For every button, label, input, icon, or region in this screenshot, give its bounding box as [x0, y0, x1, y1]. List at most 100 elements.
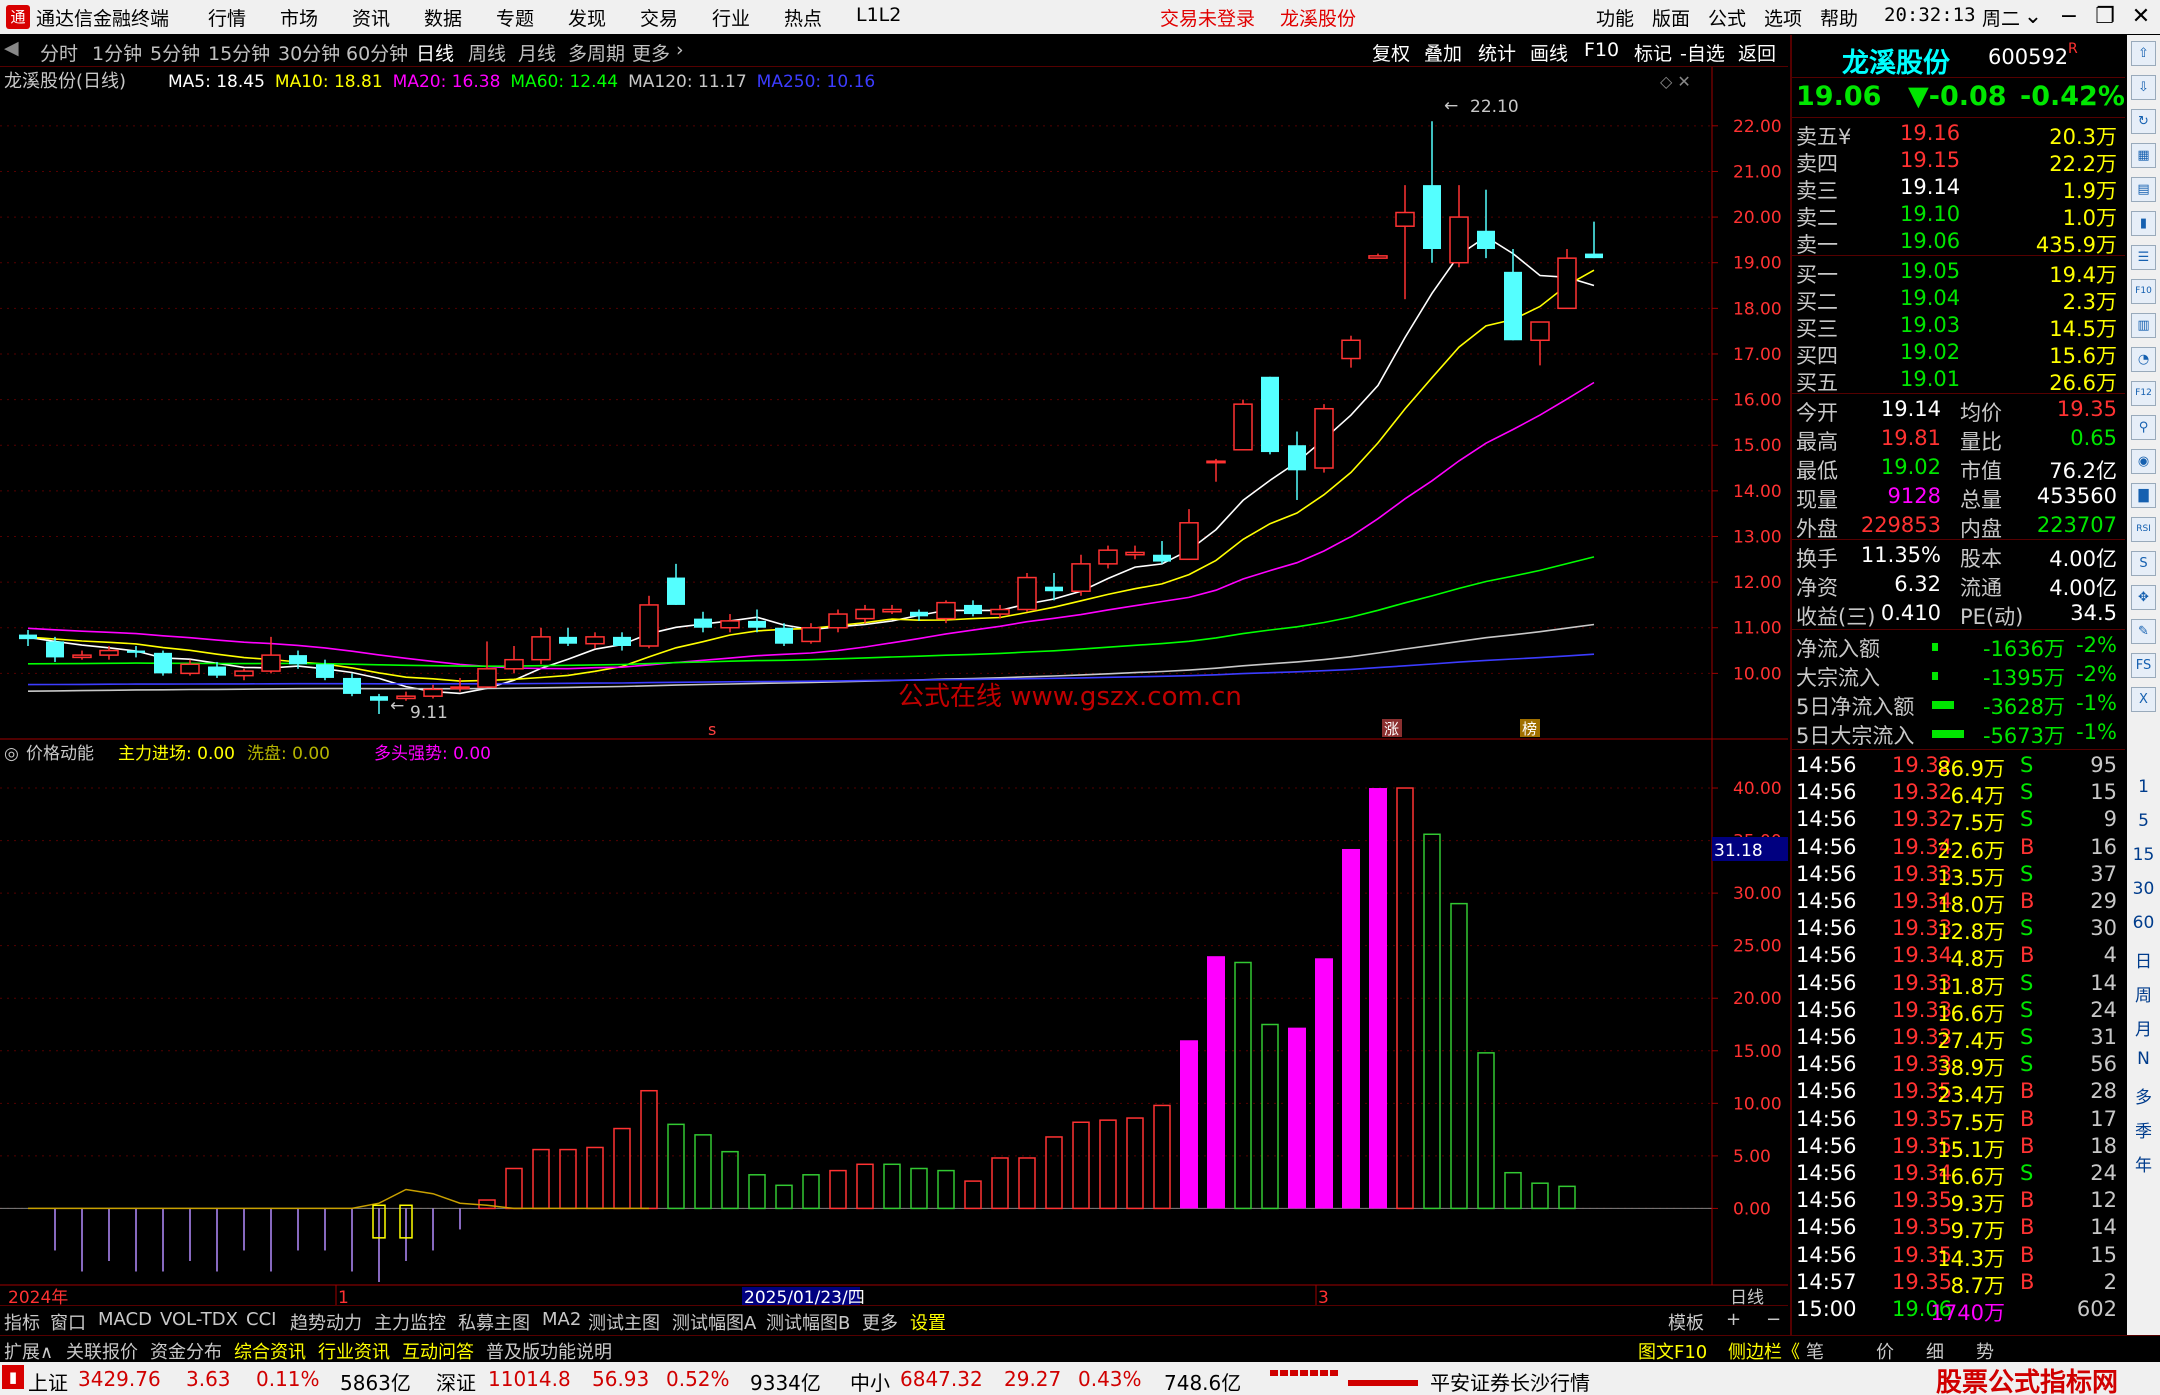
tab-multi-period[interactable]: 多周期 — [568, 39, 625, 66]
info-tab-capital[interactable]: 资金分布 — [150, 1338, 222, 1364]
ind-tab-more[interactable]: 更多 — [862, 1309, 898, 1335]
tab-weekly[interactable]: 周线 — [468, 39, 506, 66]
market-toggle-icon[interactable]: ▮ — [2, 1365, 24, 1389]
menu-dropdown-icon[interactable]: ⌄ — [2018, 3, 2048, 31]
index-zx-name[interactable]: 中小 — [850, 1367, 890, 1395]
info-tab-expand[interactable]: 扩展∧ — [4, 1338, 53, 1364]
btn-biaoji[interactable]: 标记 — [1634, 39, 1672, 66]
s-icon[interactable]: S — [2131, 551, 2156, 576]
menu-item-faxian[interactable]: 发现 — [568, 4, 606, 31]
tab-1min[interactable]: 1分钟 — [92, 39, 142, 66]
info-btn-sidebar[interactable]: 侧边栏《 — [1728, 1338, 1800, 1364]
menu-item-hangye[interactable]: 行业 — [712, 4, 750, 31]
ind-tab-qushi[interactable]: 趋势动力 — [290, 1309, 362, 1335]
tab-more[interactable]: 更多 — [632, 39, 670, 66]
info-btn-f10[interactable]: 图文F10 — [1638, 1338, 1707, 1364]
info-tab-qa[interactable]: 互动问答 — [402, 1338, 474, 1364]
side-period-0[interactable]: 1 — [2127, 777, 2160, 797]
ind-tab-test-b[interactable]: 测试幅图B — [766, 1309, 850, 1335]
side-period-10[interactable]: 季 — [2127, 1117, 2160, 1142]
tab-fenshi[interactable]: 分时 — [40, 39, 78, 66]
tab-60min[interactable]: 60分钟 — [346, 39, 408, 66]
menu-item-shuju[interactable]: 数据 — [424, 4, 462, 31]
event-marker-zhang[interactable]: 涨 — [1384, 720, 1399, 738]
down-arrow-icon[interactable]: ⇩ — [2131, 75, 2156, 100]
pie-icon[interactable]: ◔ — [2131, 347, 2156, 372]
menu-item-zhuanti[interactable]: 专题 — [496, 4, 534, 31]
chart-area[interactable]: 22.00 21.00 20.00 19.00 18.00 17.00 16.00 15.00… — [0, 67, 1788, 1305]
side-period-1[interactable]: 5 — [2127, 811, 2160, 831]
quote-tab-jia[interactable]: 价 — [1876, 1338, 1894, 1364]
trade-login-status[interactable]: 交易未登录 — [1160, 4, 1255, 31]
tab-15min[interactable]: 15分钟 — [208, 39, 270, 66]
menu-item-zixun[interactable]: 资讯 — [352, 4, 390, 31]
indicator-collapse-icon[interactable]: ◎ — [4, 744, 19, 764]
quote-tab-bi[interactable]: 笔 — [1806, 1338, 1824, 1364]
ind-tab-ma2[interactable]: MA2 — [542, 1309, 581, 1330]
grid-icon[interactable]: ▦ — [2131, 143, 2156, 168]
ind-tab-test-a[interactable]: 测试幅图A — [672, 1309, 756, 1335]
side-period-6[interactable]: 周 — [2127, 981, 2160, 1006]
up-arrow-icon[interactable]: ⇧ — [2131, 41, 2156, 66]
info-tab-help[interactable]: 普及版功能说明 — [486, 1338, 612, 1364]
info-tab-industry[interactable]: 行业资讯 — [318, 1338, 390, 1364]
move-icon[interactable]: ✥ — [2131, 585, 2156, 610]
index-sh-name[interactable]: 上证 — [28, 1367, 68, 1395]
menu-item-shichang[interactable]: 市场 — [280, 4, 318, 31]
btn-f10[interactable]: F10 — [1584, 39, 1619, 61]
quote-tab-xi[interactable]: 细 — [1926, 1338, 1944, 1364]
tab-monthly[interactable]: 月线 — [518, 39, 556, 66]
chart-options-icon[interactable]: ◇ ✕ — [1660, 72, 1691, 91]
menu-item-hangqing[interactable]: 行情 — [208, 4, 246, 31]
quote-tab-shi[interactable]: 势 — [1976, 1338, 1994, 1364]
menu-item-jiaoyi[interactable]: 交易 — [640, 4, 678, 31]
side-period-8[interactable]: N — [2127, 1049, 2160, 1069]
ind-tab-template[interactable]: 模板 — [1668, 1309, 1704, 1335]
menu-item-gongneng[interactable]: 功能 — [1596, 4, 1634, 31]
ind-remove-button[interactable]: − — [1766, 1309, 1781, 1330]
side-period-3[interactable]: 30 — [2127, 879, 2160, 899]
close-icon[interactable]: ✕ — [2126, 3, 2156, 31]
ind-tab-cci[interactable]: CCI — [246, 1309, 276, 1330]
side-period-9[interactable]: 多 — [2127, 1083, 2160, 1108]
ind-tab-chuangkou[interactable]: 窗口 — [50, 1309, 86, 1335]
ind-tab-macd[interactable]: MACD — [98, 1309, 152, 1330]
fs-icon[interactable]: FS — [2131, 653, 2156, 678]
bar-icon[interactable]: ▇ — [2131, 483, 2156, 508]
side-period-2[interactable]: 15 — [2127, 845, 2160, 865]
refresh-icon[interactable]: ↻ — [2131, 109, 2156, 134]
menu-item-gongshi[interactable]: 公式 — [1708, 4, 1746, 31]
restore-icon[interactable]: ❐ — [2090, 3, 2120, 31]
f12-icon[interactable]: F12 — [2131, 381, 2156, 406]
candles-icon[interactable]: ▮ — [2131, 211, 2156, 236]
index-sz-name[interactable]: 深证 — [436, 1367, 476, 1395]
ind-tab-zhuli[interactable]: 主力监控 — [374, 1309, 446, 1335]
menu-item-banmian[interactable]: 版面 — [1652, 4, 1690, 31]
f10-icon[interactable]: F10 — [2131, 279, 2156, 304]
menu-item-bangzhu[interactable]: 帮助 — [1820, 4, 1858, 31]
rsi-icon[interactable]: RSI — [2131, 517, 2156, 542]
pen-icon[interactable]: ✎ — [2131, 619, 2156, 644]
side-period-7[interactable]: 月 — [2127, 1015, 2160, 1040]
list-icon[interactable]: ☰ — [2131, 245, 2156, 270]
menu-item-xuanxiang[interactable]: 选项 — [1764, 4, 1802, 31]
ind-add-button[interactable]: + — [1726, 1309, 1741, 1330]
collapse-arrow-icon[interactable]: ◀ — [4, 37, 19, 59]
ind-tab-zhibiao[interactable]: 指标 — [4, 1309, 40, 1335]
minimize-icon[interactable]: − — [2054, 3, 2084, 31]
ind-tab-settings[interactable]: 设置 — [910, 1309, 946, 1335]
broker-server[interactable]: 平安证券长沙行情 — [1430, 1367, 1590, 1395]
ind-tab-vol[interactable]: VOL-TDX — [160, 1309, 238, 1330]
event-marker-bang[interactable]: 榜 — [1522, 720, 1537, 738]
ind-tab-test-main[interactable]: 测试主图 — [588, 1309, 660, 1335]
tab-more-arrow-icon[interactable]: › — [676, 39, 684, 61]
info-tab-related-quote[interactable]: 关联报价 — [66, 1338, 138, 1364]
side-period-11[interactable]: 年 — [2127, 1151, 2160, 1176]
news-icon[interactable]: ▥ — [2131, 313, 2156, 338]
btn-fanhui[interactable]: 返回 — [1738, 39, 1776, 66]
btn-zixuan[interactable]: -自选 — [1680, 39, 1725, 66]
circle-icon[interactable]: ◉ — [2131, 449, 2156, 474]
btn-diejia[interactable]: 叠加 — [1424, 39, 1462, 66]
side-period-5[interactable]: 日 — [2127, 947, 2160, 972]
ind-tab-simu[interactable]: 私募主图 — [458, 1309, 530, 1335]
